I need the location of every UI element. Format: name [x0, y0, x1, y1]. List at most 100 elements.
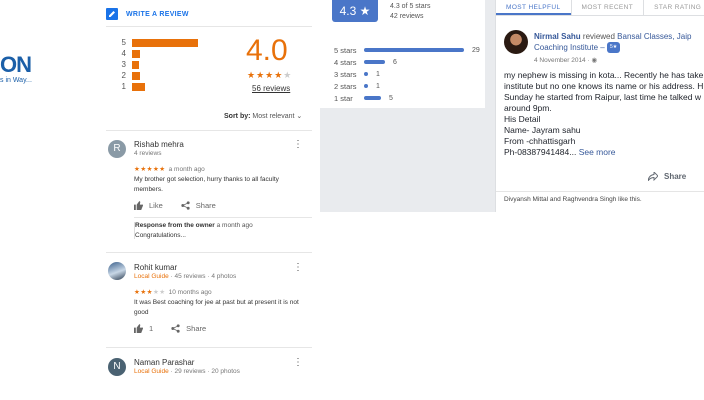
histogram-row-1: 1 — [116, 81, 198, 92]
fb-likes-text[interactable]: Divyansh Mittal and Raghvendra Singh lik… — [504, 196, 642, 203]
share-button[interactable]: Share — [171, 324, 206, 333]
fb-histogram-row[interactable]: 5 stars 29 — [334, 44, 480, 56]
fb-histogram-bar — [364, 84, 368, 88]
review-age: a month ago — [168, 166, 205, 173]
divider — [106, 26, 312, 27]
share-icon — [181, 201, 190, 210]
fb-histogram-row[interactable]: 3 stars 1 — [334, 68, 480, 80]
reviewer-meta: Local Guide · 29 reviews · 20 photos — [134, 368, 240, 375]
rating-badge: 4.3 ★ — [332, 0, 378, 22]
fb-histogram-label: 1 star — [334, 93, 353, 103]
write-review-button[interactable]: WRITE A REVIEW — [106, 8, 189, 20]
owner-response-text: Congratulations... — [135, 232, 186, 239]
avatar — [108, 262, 126, 280]
divider — [106, 130, 312, 131]
fb-histogram-bar — [364, 72, 368, 76]
fb-share-button[interactable]: Share — [648, 172, 686, 181]
histogram-row-5: 5 — [116, 37, 198, 48]
review-stars: ★★★★★ 10 months ago — [134, 288, 212, 296]
fb-review-header: Nirmal Sahu reviewed Bansal Classes, Jai… — [534, 31, 704, 54]
fb-histogram-label: 2 stars — [334, 81, 357, 91]
divider — [106, 252, 312, 253]
reviewer-meta: 4 reviews — [134, 150, 162, 157]
more-vert-icon[interactable]: ⋮ — [293, 140, 303, 150]
tab-most-recent[interactable]: MOST RECENT — [570, 0, 644, 15]
like-count: 1 — [149, 324, 154, 333]
histogram-row-4: 4 — [116, 48, 198, 59]
histogram-label: 3 — [121, 60, 126, 69]
fb-histogram-row[interactable]: 4 stars 6 — [334, 56, 480, 68]
share-label: Share — [186, 324, 207, 333]
fb-body-phone: Ph-08387941484... — [504, 147, 577, 157]
avatar: N — [108, 358, 126, 376]
fb-share-label: Share — [664, 172, 687, 181]
histogram-row-3: 3 — [116, 59, 198, 70]
owner-response-header: Response from the owner a month ago — [135, 222, 310, 229]
fb-histogram-row[interactable]: 2 stars 1 — [334, 80, 480, 92]
review-age: 10 months ago — [168, 289, 212, 296]
fb-histogram-count: 6 — [393, 58, 397, 66]
rating-review-count: 42 reviews — [390, 13, 424, 20]
more-vert-icon[interactable]: ⋮ — [293, 358, 303, 368]
see-more-link[interactable]: See more — [579, 147, 616, 157]
stars-filled: ★★★★★ — [134, 166, 166, 173]
histogram-bar — [132, 71, 140, 80]
tab-star-rating[interactable]: STAR RATING — [643, 0, 704, 15]
fb-page-name[interactable]: Bansal Classes, Jaip — [617, 32, 691, 41]
sort-dropdown[interactable]: Sort by: Most relevant ⌄ — [224, 112, 302, 120]
screenshot: ON s in Way... WRITE A REVIEW 5 4 3 2 1 … — [0, 0, 704, 400]
review-text: It was Best coaching for jee at past but… — [134, 299, 299, 316]
histogram-label: 4 — [121, 49, 126, 58]
write-review-label: WRITE A REVIEW — [126, 10, 189, 18]
fb-star-tag: 5★ — [606, 42, 621, 54]
google-reviews-panel: WRITE A REVIEW 5 4 3 2 1 4.0 ★★★★★ 56 re… — [106, 0, 314, 400]
fb-body-line: Ph-08387941484... See more — [504, 147, 704, 158]
share-arrow-icon — [648, 172, 658, 181]
rating-out-of: 4.3 of 5 stars — [390, 3, 431, 10]
histogram-bar — [132, 60, 139, 69]
logo-tagline: s in Way... — [0, 77, 32, 84]
review-text: My brother got selection, hurry thanks t… — [134, 176, 279, 193]
fb-body-line: Sunday he started from Raipur, last time… — [504, 92, 702, 102]
histogram-row-2: 2 — [116, 70, 198, 81]
histogram-label: 5 — [121, 38, 126, 47]
reviews-count-link[interactable]: 56 reviews — [252, 84, 290, 93]
fb-author-name[interactable]: Nirmal Sahu — [534, 32, 581, 41]
share-icon — [171, 324, 180, 333]
logo-text: ON — [0, 52, 32, 77]
fb-histogram-label: 5 stars — [334, 45, 357, 55]
share-button[interactable]: Share — [181, 201, 216, 210]
like-button[interactable]: Like — [134, 201, 163, 210]
reviewer-name[interactable]: Naman Parashar — [134, 358, 194, 367]
fb-rating-summary: 4.3 ★ 4.3 of 5 stars 42 reviews 5 stars … — [320, 0, 485, 108]
average-rating: 4.0 — [246, 34, 288, 67]
histogram-bar — [132, 49, 140, 58]
tab-most-helpful[interactable]: MOST HELPFUL — [496, 0, 571, 15]
stars-empty: ★ — [283, 70, 293, 80]
fb-review-date[interactable]: 4 November 2014 · ◉ — [534, 56, 597, 64]
fb-histogram-count: 1 — [376, 70, 380, 78]
reviewer-stats: · 29 reviews · 20 photos — [170, 368, 240, 375]
rating-histogram: 5 4 3 2 1 — [116, 37, 198, 92]
pencil-icon — [106, 8, 118, 20]
divider — [134, 217, 312, 218]
divider — [106, 347, 312, 348]
fb-body-line: Name- Jayram sahu — [504, 125, 581, 135]
reviewer-name[interactable]: Rishab mehra — [134, 140, 184, 149]
fb-review-verb: reviewed — [582, 32, 615, 41]
fb-body-line: institute but no one knows its name or h… — [504, 81, 704, 91]
reviewer-name[interactable]: Rohit kumar — [134, 263, 177, 272]
rating-summary-text: 4.3 of 5 stars 42 reviews — [390, 2, 430, 22]
reviewer-stats: · 45 reviews · 4 photos — [170, 273, 237, 280]
avatar[interactable] — [504, 30, 528, 54]
like-button[interactable]: 1 — [134, 324, 153, 333]
local-guide-badge: Local Guide — [134, 368, 169, 375]
fb-histogram-count: 29 — [472, 46, 480, 54]
review-stars: ★★★★★ a month ago — [134, 165, 205, 173]
fb-histogram-row[interactable]: 1 star 5 — [334, 92, 480, 104]
fb-page-category[interactable]: Coaching Institute – — [534, 43, 605, 52]
more-vert-icon[interactable]: ⋮ — [293, 263, 303, 273]
stars-empty: ★★ — [152, 289, 166, 296]
stars-filled: ★★★★ — [247, 70, 284, 80]
like-label: Like — [149, 201, 163, 210]
